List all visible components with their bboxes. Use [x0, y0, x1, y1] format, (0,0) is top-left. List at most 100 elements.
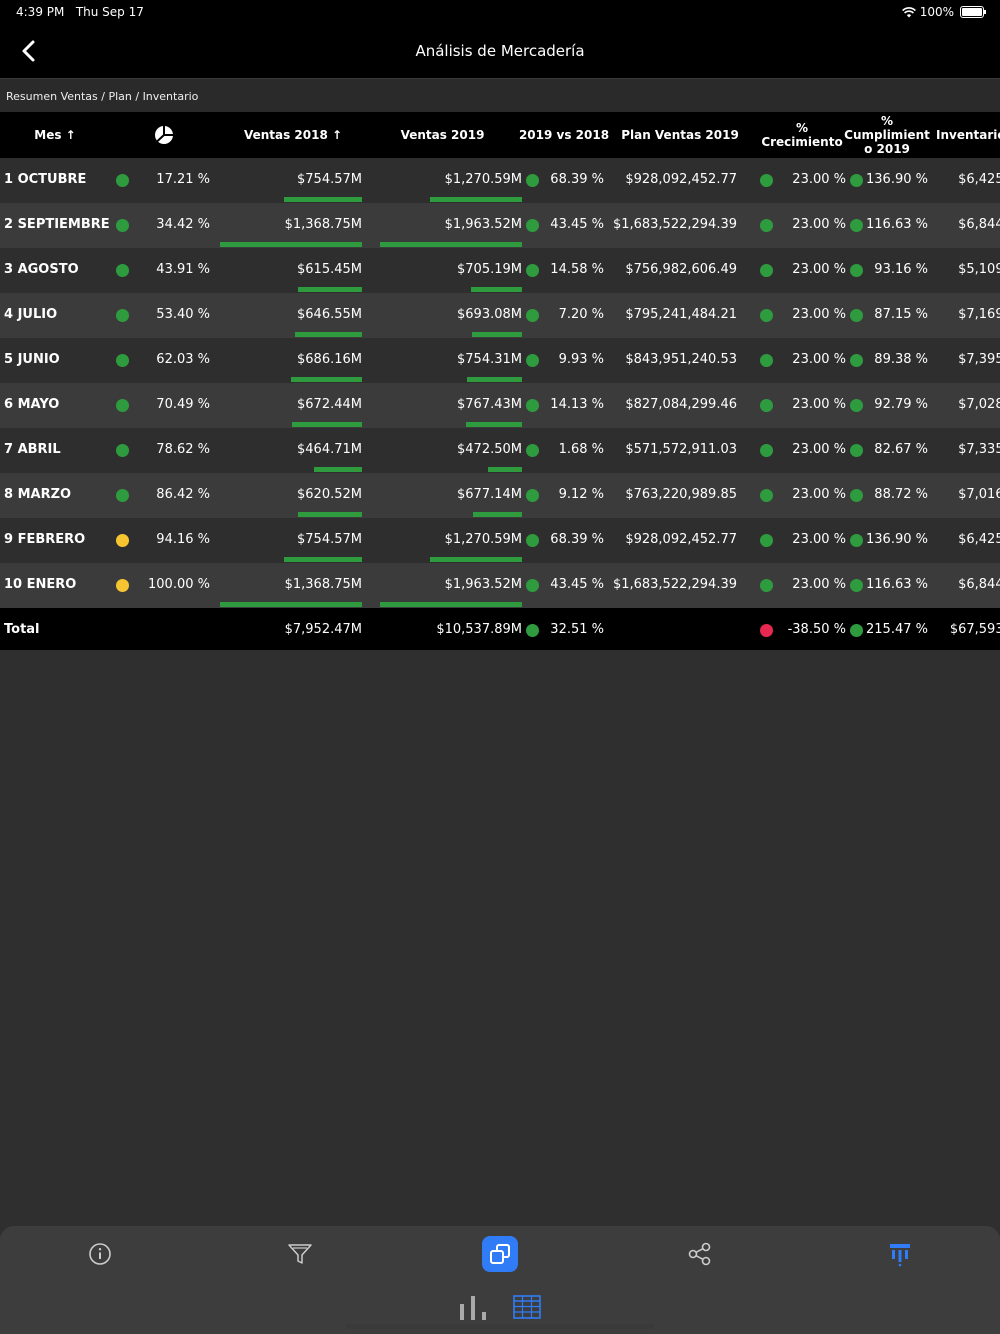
- header-cumplimiento[interactable]: % Cumplimient o 2019: [844, 112, 930, 158]
- table-row[interactable]: 6 MAYO 70.49 % $672.44M $767.43M 14.13 % $827…: [0, 383, 1000, 429]
- row-month[interactable]: 5 JUNIO: [4, 338, 114, 382]
- status-dot: [116, 354, 129, 367]
- row-month[interactable]: 7 ABRIL: [4, 428, 114, 472]
- row-cumplimiento: 93.16 %: [874, 262, 928, 277]
- header-mes[interactable]: Mes ↑: [0, 112, 110, 158]
- wifi-icon: [901, 6, 916, 17]
- breadcrumb-label[interactable]: Resumen Ventas / Plan / Inventario: [6, 90, 198, 103]
- ventas-2019-bar: [380, 602, 522, 607]
- status-bar: 4:39 PM Thu Sep 17 100%: [0, 0, 1000, 24]
- ventas-2018-bar: [291, 377, 362, 382]
- row-ventas-2018: $754.57M: [297, 532, 362, 547]
- status-dot: [116, 309, 129, 322]
- share-button[interactable]: [682, 1236, 718, 1272]
- header-inventario[interactable]: Inventario: [936, 112, 1000, 158]
- battery-percent: 100%: [919, 5, 954, 19]
- row-month[interactable]: 8 MARZO: [4, 473, 114, 517]
- header-2019-vs-2018[interactable]: 2019 vs 2018: [519, 112, 609, 158]
- table-row[interactable]: 4 JULIO 53.40 % $646.55M $693.08M 7.20 % $795…: [0, 293, 1000, 339]
- info-button[interactable]: [82, 1236, 118, 1272]
- vs-status-dot: [526, 444, 539, 457]
- table-row[interactable]: 1 OCTUBRE 17.21 % $754.57M $1,270.59M 68.39 …: [0, 158, 1000, 204]
- header-pie[interactable]: [145, 112, 183, 158]
- bottom-toolbar: [0, 1226, 1000, 1334]
- header-ventas-2019[interactable]: Ventas 2019: [370, 112, 515, 158]
- row-month[interactable]: 2 SEPTIEMBRE: [4, 203, 114, 247]
- header-plan-ventas[interactable]: Plan Ventas 2019: [612, 112, 748, 158]
- row-2019-vs-2018: 1.68 %: [558, 442, 604, 457]
- nav-bar: Análisis de Mercadería: [0, 24, 1000, 78]
- row-month[interactable]: 3 AGOSTO: [4, 248, 114, 292]
- ventas-2018-bar: [314, 467, 362, 472]
- row-month[interactable]: 4 JULIO: [4, 293, 114, 337]
- row-month[interactable]: 6 MAYO: [4, 383, 114, 427]
- vs-status-dot: [526, 309, 539, 322]
- table-row[interactable]: 7 ABRIL 78.62 % $464.71M $472.50M 1.68 % $571…: [0, 428, 1000, 474]
- crecimiento-status-dot: [760, 489, 773, 502]
- row-crecimiento: 23.00 %: [792, 307, 846, 322]
- header-crecimiento[interactable]: % Crecimiento: [760, 112, 844, 158]
- total-ventas-2019: $10,537.89M: [436, 622, 522, 637]
- row-crecimiento: 23.00 %: [792, 172, 846, 187]
- row-month[interactable]: 1 OCTUBRE: [4, 158, 114, 202]
- cumplimiento-status-dot: [850, 264, 863, 277]
- vs-status-dot: [526, 624, 539, 637]
- breadcrumb: Resumen Ventas / Plan / Inventario: [0, 78, 1000, 113]
- vs-status-dot: [526, 174, 539, 187]
- row-cumplimiento: 136.90 %: [866, 532, 928, 547]
- header-ventas-2018[interactable]: Ventas 2018 ↑: [218, 112, 368, 158]
- pie-chart-icon: [155, 125, 174, 144]
- ventas-2019-bar: [467, 377, 522, 382]
- table-row[interactable]: 8 MARZO 86.42 % $620.52M $677.14M 9.12 % $763…: [0, 473, 1000, 519]
- row-percent: 53.40 %: [156, 307, 210, 322]
- status-dot: [116, 264, 129, 277]
- cumplimiento-status-dot: [850, 624, 863, 637]
- status-dot: [116, 489, 129, 502]
- ventas-2019-bar: [472, 332, 522, 337]
- vs-status-dot: [526, 534, 539, 547]
- table-row[interactable]: 3 AGOSTO 43.91 % $615.45M $705.19M 14.58 % $7…: [0, 248, 1000, 294]
- table-view-button[interactable]: [512, 1292, 542, 1322]
- table-row[interactable]: 10 ENERO 100.00 % $1,368.75M $1,963.52M 43.4…: [0, 563, 1000, 609]
- table-header: Mes ↑ Ventas 2018 ↑ Ventas 2019 2019 vs …: [0, 112, 1000, 158]
- row-plan-ventas: $763,220,989.85: [625, 487, 737, 502]
- row-2019-vs-2018: 14.13 %: [550, 397, 604, 412]
- row-cumplimiento: 88.72 %: [874, 487, 928, 502]
- filter-button[interactable]: [282, 1236, 318, 1272]
- crecimiento-status-dot: [760, 264, 773, 277]
- row-plan-ventas: $756,982,606.49: [625, 262, 737, 277]
- row-crecimiento: 23.00 %: [792, 487, 846, 502]
- crecimiento-status-dot: [760, 174, 773, 187]
- ventas-2019-bar: [488, 467, 522, 472]
- row-plan-ventas: $843,951,240.53: [625, 352, 737, 367]
- row-inventario: $7,169,6: [958, 307, 1000, 322]
- row-inventario: $6,844,2: [958, 577, 1000, 592]
- row-cumplimiento: 136.90 %: [866, 172, 928, 187]
- ventas-2019-bar: [473, 512, 522, 517]
- cumplimiento-status-dot: [850, 174, 863, 187]
- pivot-button[interactable]: [882, 1236, 918, 1272]
- bar-chart-icon: [460, 1296, 486, 1320]
- row-ventas-2019: $693.08M: [457, 307, 522, 322]
- row-month[interactable]: 9 FEBRERO: [4, 518, 114, 562]
- ventas-2019-bar: [471, 287, 522, 292]
- ventas-2018-bar: [292, 422, 362, 427]
- status-dot: [116, 219, 129, 232]
- row-inventario: $7,335,0: [958, 442, 1000, 457]
- row-ventas-2019: $1,963.52M: [444, 217, 522, 232]
- total-inventario: $67,593,1: [949, 622, 1000, 637]
- total-crecimiento: -38.50 %: [787, 622, 846, 637]
- row-cumplimiento: 82.67 %: [874, 442, 928, 457]
- pivot-icon: [890, 1244, 910, 1267]
- chart-view-button[interactable]: [456, 1292, 490, 1322]
- row-month[interactable]: 10 ENERO: [4, 563, 114, 607]
- row-ventas-2019: $754.31M: [457, 352, 522, 367]
- table-row[interactable]: 9 FEBRERO 94.16 % $754.57M $1,270.59M 68.39 …: [0, 518, 1000, 564]
- table-row[interactable]: 2 SEPTIEMBRE 34.42 % $1,368.75M $1,963.52M 4…: [0, 203, 1000, 249]
- row-percent: 70.49 %: [156, 397, 210, 412]
- table-row[interactable]: 5 JUNIO 62.03 % $686.16M $754.31M 9.93 % $843…: [0, 338, 1000, 384]
- ventas-2018-bar: [298, 287, 362, 292]
- row-crecimiento: 23.00 %: [792, 442, 846, 457]
- layers-button[interactable]: [482, 1236, 518, 1272]
- row-ventas-2018: $1,368.75M: [284, 217, 362, 232]
